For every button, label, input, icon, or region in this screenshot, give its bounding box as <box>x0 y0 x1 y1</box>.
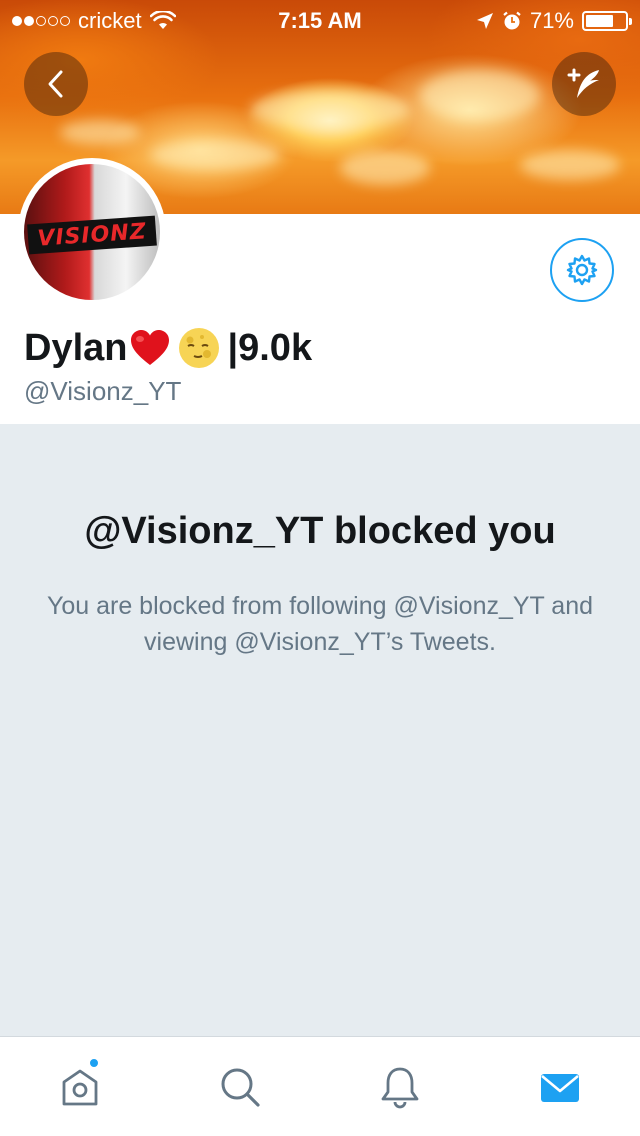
chevron-left-icon <box>48 70 63 98</box>
display-name-text: Dylan <box>24 326 128 369</box>
display-name-suffix: |9.0k <box>227 326 313 369</box>
tab-notifications[interactable] <box>376 1063 424 1111</box>
gear-icon <box>566 254 598 286</box>
avatar-logo-band: VISIONZ <box>27 215 157 255</box>
alarm-icon <box>503 11 521 30</box>
full-moon-face-emoji-icon <box>179 328 220 368</box>
bottom-tab-bar <box>0 1036 640 1136</box>
compose-tweet-button[interactable] <box>552 52 616 116</box>
profile-handle: @Visionz_YT <box>24 376 182 406</box>
home-icon <box>62 1069 98 1106</box>
tab-home[interactable] <box>56 1057 104 1111</box>
location-arrow-icon <box>476 13 493 29</box>
status-bar: cricket 7:15 AM 71% <box>0 0 640 40</box>
avatar[interactable]: VISIONZ <box>18 158 166 306</box>
tab-search[interactable] <box>216 1063 264 1111</box>
battery-fill <box>586 15 613 27</box>
new-content-dot <box>88 1057 100 1069</box>
display-name: Dylan |9.0k <box>24 326 312 370</box>
search-icon <box>221 1068 260 1107</box>
blocked-notice: @Visionz_YT blocked you You are blocked … <box>0 424 640 1036</box>
tab-messages[interactable] <box>536 1063 584 1111</box>
profile-settings-button[interactable] <box>550 238 614 302</box>
red-heart-emoji-icon <box>131 330 170 365</box>
avatar-logo-text: VISIONZ <box>36 218 148 252</box>
compose-feather-icon <box>567 68 599 98</box>
mail-icon <box>541 1074 579 1102</box>
avatar-image: VISIONZ <box>24 164 160 300</box>
battery-percent: 71% <box>529 8 574 33</box>
blocked-description: You are blocked from following @Visionz_… <box>46 592 594 656</box>
blocked-title: @Visionz_YT blocked you <box>84 510 556 552</box>
back-button[interactable] <box>24 52 88 116</box>
battery-icon <box>582 11 632 31</box>
bell-icon <box>381 1067 419 1109</box>
